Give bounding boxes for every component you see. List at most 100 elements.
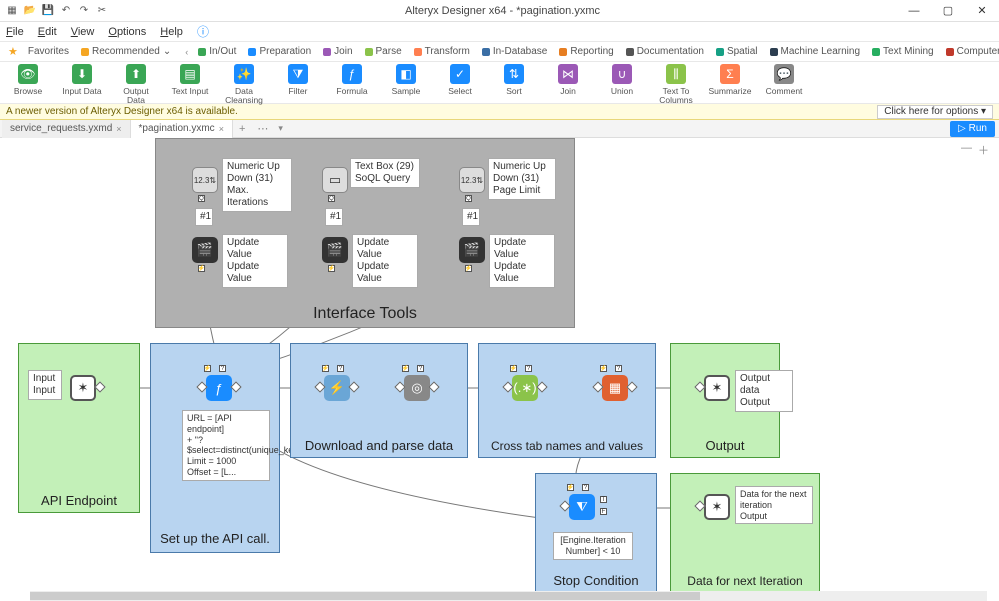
tab-overflow-button[interactable]: ⋯: [251, 122, 274, 135]
annotation: Input Input: [28, 370, 62, 400]
menu-bar: FFileile Edit View Options Help ⓘ: [0, 22, 999, 42]
notice-options-button[interactable]: Click here for options ▾: [877, 105, 993, 119]
cat-spatial[interactable]: Spatial: [710, 46, 764, 57]
close-icon[interactable]: ×: [219, 124, 224, 134]
zoom-out-icon[interactable]: —: [961, 142, 972, 158]
horizontal-scrollbar[interactable]: [30, 591, 987, 601]
annotation: Update Value Update Value: [222, 234, 288, 288]
qat: ▦ 📂 💾 ↶ ↷ ✂: [0, 5, 108, 17]
cat-indb[interactable]: In-Database: [476, 46, 553, 57]
workflow-canvas[interactable]: — ＋ Interface Tools 12.3⇅ Q Numeric Up D…: [0, 138, 999, 601]
annotation: Output data Output: [735, 370, 793, 412]
menu-file[interactable]: FFileile: [6, 26, 24, 38]
tool-text-to-columns[interactable]: ⫼Text To Columns: [654, 64, 698, 104]
workflow-tabs: service_requests.yxmd× *pagination.yxmc×…: [0, 120, 999, 138]
tool-formula[interactable]: ƒFormula: [330, 64, 374, 96]
menu-view[interactable]: View: [71, 26, 95, 38]
anchor-label: #1: [325, 208, 343, 226]
save-icon[interactable]: 💾: [42, 5, 54, 17]
macro-output-tool[interactable]: ✶: [700, 374, 734, 402]
tab-service-requests[interactable]: service_requests.yxmd×: [2, 120, 131, 138]
container-caption: Download and parse data: [291, 438, 467, 453]
regex-tool[interactable]: (.∗) ⚡?: [508, 374, 542, 402]
cut-icon[interactable]: ✂: [96, 5, 108, 17]
macro-output-tool[interactable]: ✶: [700, 493, 734, 521]
annotation: Update Value Update Value: [352, 234, 418, 288]
download-tool[interactable]: ⚡ ⚡?: [320, 374, 354, 402]
menu-options[interactable]: Options: [108, 26, 146, 38]
json-parse-tool[interactable]: ◎ ⚡?: [400, 374, 434, 402]
cat-documentation[interactable]: Documentation: [620, 46, 710, 57]
container-caption: Stop Condition: [536, 573, 656, 588]
close-icon[interactable]: ×: [116, 124, 121, 134]
action-tool[interactable]: 🎬 ⚡: [318, 236, 352, 264]
cat-ml[interactable]: Machine Learning: [764, 46, 867, 57]
annotation: Numeric Up Down (31) Max. Iterations: [222, 158, 292, 212]
cat-cv[interactable]: Computer Vision: [940, 46, 999, 57]
new-tab-button[interactable]: +: [233, 123, 251, 135]
action-tool[interactable]: 🎬 ⚡: [188, 236, 222, 264]
title-bar: ▦ 📂 💾 ↶ ↷ ✂ Alteryx Designer x64 - *pagi…: [0, 0, 999, 22]
tool-output-data[interactable]: ⬆Output Data: [114, 64, 158, 104]
container-caption: Set up the API call.: [151, 531, 279, 546]
scroll-left-icon[interactable]: ‹: [181, 47, 192, 57]
cat-reporting[interactable]: Reporting: [553, 46, 619, 57]
tool-join[interactable]: ⋈Join: [546, 64, 590, 96]
minimize-button[interactable]: —: [897, 0, 931, 22]
container-caption: API Endpoint: [19, 493, 139, 508]
annotation: Text Box (29) SoQL Query: [350, 158, 420, 188]
container-download-parse[interactable]: Download and parse data: [290, 343, 468, 458]
run-button[interactable]: ▷ Run: [950, 121, 995, 137]
cat-preparation[interactable]: Preparation: [242, 46, 317, 57]
tool-text-input[interactable]: ▤Text Input: [168, 64, 212, 96]
container-api-endpoint[interactable]: API Endpoint: [18, 343, 140, 513]
tab-pagination[interactable]: *pagination.yxmc×: [131, 120, 233, 138]
maximize-button[interactable]: ▢: [931, 0, 965, 22]
menu-help[interactable]: Help: [160, 26, 183, 38]
text-box-tool[interactable]: ▭ Q: [318, 166, 352, 194]
close-button[interactable]: ✕: [965, 0, 999, 22]
redo-icon[interactable]: ↷: [78, 5, 90, 17]
cat-join[interactable]: Join: [317, 46, 358, 57]
tool-ribbon: 👁Browse ⬇Input Data ⬆Output Data ▤Text I…: [0, 62, 999, 104]
tool-browse[interactable]: 👁Browse: [6, 64, 50, 96]
container-caption: Interface Tools: [156, 305, 574, 323]
cat-favorites[interactable]: Favorites: [22, 46, 75, 57]
tool-input-data[interactable]: ⬇Input Data: [60, 64, 104, 96]
action-tool[interactable]: 🎬 ⚡: [455, 236, 489, 264]
cat-recommended[interactable]: Recommended ⌄: [75, 46, 177, 57]
tool-filter[interactable]: ⧩Filter: [276, 64, 320, 96]
run-dropdown[interactable]: ▾: [274, 123, 287, 134]
container-caption: Data for next Iteration: [671, 575, 819, 588]
favorites-star-icon: ★: [4, 45, 22, 58]
annotation: Numeric Up Down (31) Page Limit: [488, 158, 556, 200]
cat-textmining[interactable]: Text Mining: [866, 46, 940, 57]
cat-inout[interactable]: In/Out: [192, 46, 242, 57]
notice-text: A newer version of Alteryx Designer x64 …: [6, 106, 238, 117]
window-title: Alteryx Designer x64 - *pagination.yxmc: [108, 5, 897, 17]
container-caption: Cross tab names and values: [479, 440, 655, 453]
zoom-in-icon[interactable]: ＋: [978, 142, 989, 158]
numeric-up-down-tool[interactable]: 12.3⇅ Q: [188, 166, 222, 194]
help-icon[interactable]: ⓘ: [197, 23, 209, 40]
tool-comment[interactable]: 💬Comment: [762, 64, 806, 96]
crosstab-tool[interactable]: ▦ ⚡?: [598, 374, 632, 402]
tool-data-cleansing[interactable]: ✨Data Cleansing: [222, 64, 266, 104]
tool-sample[interactable]: ◧Sample: [384, 64, 428, 96]
filter-tool[interactable]: ⧨ TF ⚡?: [565, 493, 599, 521]
formula-tool[interactable]: ƒ ⚡ ?: [202, 374, 236, 402]
tool-select[interactable]: ✓Select: [438, 64, 482, 96]
macro-input-tool[interactable]: ✶: [66, 374, 100, 402]
cat-parse[interactable]: Parse: [359, 46, 408, 57]
tool-sort[interactable]: ⇅Sort: [492, 64, 536, 96]
cat-transform[interactable]: Transform: [408, 46, 476, 57]
tool-category-row: ★ Favorites Recommended ⌄ ‹ In/Out Prepa…: [0, 42, 999, 62]
undo-icon[interactable]: ↶: [60, 5, 72, 17]
anchor-label: #1: [462, 208, 480, 226]
update-notice: A newer version of Alteryx Designer x64 …: [0, 104, 999, 120]
numeric-up-down-tool[interactable]: 12.3⇅ Q: [455, 166, 489, 194]
open-icon[interactable]: 📂: [24, 5, 36, 17]
tool-summarize[interactable]: ΣSummarize: [708, 64, 752, 96]
tool-union[interactable]: ∪Union: [600, 64, 644, 96]
menu-edit[interactable]: Edit: [38, 26, 57, 38]
